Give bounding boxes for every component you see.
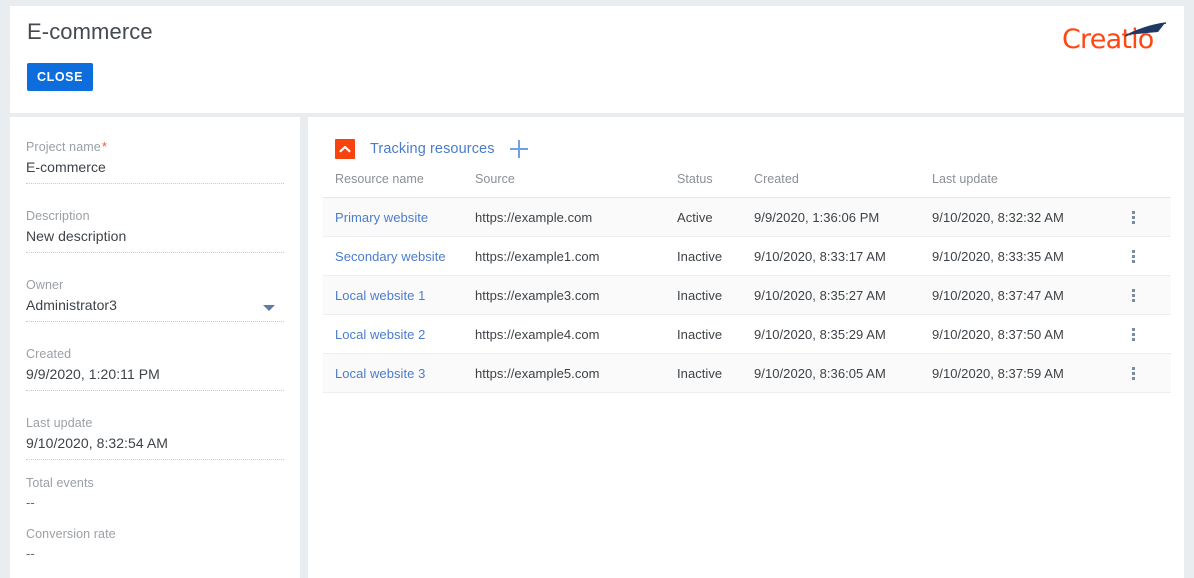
table-head: Resource name Source Status Created Last… (323, 172, 1171, 198)
creatio-logo: Creatio (1062, 20, 1172, 60)
column-header-status[interactable]: Status (677, 172, 754, 198)
field-value: -- (26, 546, 35, 561)
table-header-row: Resource name Source Status Created Last… (323, 172, 1171, 198)
label-text: Project name (26, 140, 101, 154)
field-last-update: Last update 9/10/2020, 8:32:54 AM (26, 415, 284, 460)
column-header-last-update[interactable]: Last update (932, 172, 1117, 198)
cell-created: 9/10/2020, 8:35:29 AM (754, 314, 932, 354)
section-title[interactable]: Tracking resources (370, 141, 495, 157)
chevron-up-icon[interactable] (335, 139, 355, 159)
column-header-source[interactable]: Source (475, 172, 677, 198)
cell-created: 9/10/2020, 8:36:05 AM (754, 353, 932, 393)
field-description: Description New description (26, 208, 284, 253)
cell-status: Active (677, 197, 754, 237)
field-label: Project name* (26, 139, 284, 155)
logo-swoosh-icon (1125, 22, 1167, 37)
cell-status: Inactive (677, 314, 754, 354)
cell-last-update: 9/10/2020, 8:32:32 AM (932, 197, 1117, 237)
kebab-menu-icon[interactable] (1125, 326, 1141, 342)
cell-source: https://example.com (475, 197, 677, 237)
resource-name-link[interactable]: Primary website (335, 210, 428, 225)
field-label: Description (26, 209, 90, 223)
kebab-menu-icon[interactable] (1125, 287, 1141, 303)
field-underline (26, 459, 284, 460)
header-panel: E-commerce CLOSE Creatio (10, 6, 1184, 113)
field-project-name: Project name* E-commerce (26, 139, 284, 184)
column-header-resource-name[interactable]: Resource name (323, 172, 475, 198)
table-row[interactable]: Local website 2 https://example4.com Ina… (323, 314, 1171, 354)
column-header-actions (1117, 172, 1171, 198)
field-label: Created (26, 347, 72, 361)
field-underline (26, 390, 284, 391)
project-details-panel: Project name* E-commerce Description New… (10, 117, 300, 578)
resource-name-link[interactable]: Secondary website (335, 249, 446, 264)
kebab-menu-icon[interactable] (1125, 209, 1141, 225)
field-value[interactable]: New description (26, 224, 284, 246)
cell-source: https://example4.com (475, 314, 677, 354)
cell-source: https://example5.com (475, 353, 677, 393)
required-asterisk: * (101, 139, 108, 154)
field-underline (26, 321, 284, 322)
cell-created: 9/10/2020, 8:35:27 AM (754, 275, 932, 315)
tracking-resources-panel: Tracking resources Resource name Source … (308, 117, 1184, 578)
cell-status: Inactive (677, 275, 754, 315)
table-body: Primary website https://example.com Acti… (323, 197, 1171, 393)
cell-source: https://example3.com (475, 275, 677, 315)
cell-last-update: 9/10/2020, 8:33:35 AM (932, 236, 1117, 276)
field-label: Owner (26, 278, 64, 292)
cell-last-update: 9/10/2020, 8:37:59 AM (932, 353, 1117, 393)
table-row[interactable]: Local website 1 https://example3.com Ina… (323, 275, 1171, 315)
kebab-menu-icon[interactable] (1125, 248, 1141, 264)
app-page: E-commerce CLOSE Creatio Project name* E… (0, 0, 1194, 578)
cell-created: 9/9/2020, 1:36:06 PM (754, 197, 932, 237)
field-value[interactable]: Administrator3 (26, 293, 284, 315)
field-label: Last update (26, 416, 93, 430)
cell-created: 9/10/2020, 8:33:17 AM (754, 236, 932, 276)
section-header: Tracking resources (335, 139, 529, 159)
close-button[interactable]: CLOSE (27, 63, 93, 91)
field-value: 9/9/2020, 1:20:11 PM (26, 366, 160, 382)
chevron-up-glyph (339, 145, 351, 153)
resources-table: Resource name Source Status Created Last… (323, 172, 1171, 393)
cell-last-update: 9/10/2020, 8:37:50 AM (932, 314, 1117, 354)
cell-source: https://example1.com (475, 236, 677, 276)
field-total-events: Total events -- (26, 475, 284, 513)
cell-status: Inactive (677, 353, 754, 393)
chevron-down-icon[interactable] (263, 305, 275, 311)
table-row[interactable]: Local website 3 https://example5.com Ina… (323, 353, 1171, 393)
resource-name-link[interactable]: Local website 1 (335, 288, 425, 303)
field-label: Conversion rate (26, 527, 116, 541)
column-header-created[interactable]: Created (754, 172, 932, 198)
plus-icon[interactable] (509, 139, 529, 159)
resource-name-link[interactable]: Local website 3 (335, 366, 425, 381)
kebab-menu-icon[interactable] (1125, 365, 1141, 381)
field-underline (26, 183, 284, 184)
field-underline (26, 252, 284, 253)
cell-status: Inactive (677, 236, 754, 276)
field-value: -- (26, 495, 35, 510)
field-value[interactable]: E-commerce (26, 155, 284, 177)
table-row[interactable]: Secondary website https://example1.com I… (323, 236, 1171, 276)
page-title: E-commerce (27, 19, 153, 44)
field-value: 9/10/2020, 8:32:54 AM (26, 435, 168, 451)
resource-name-link[interactable]: Local website 2 (335, 327, 425, 342)
cell-last-update: 9/10/2020, 8:37:47 AM (932, 275, 1117, 315)
field-owner: Owner Administrator3 (26, 277, 284, 322)
field-created: Created 9/9/2020, 1:20:11 PM (26, 346, 284, 391)
field-label: Total events (26, 476, 94, 490)
table-row[interactable]: Primary website https://example.com Acti… (323, 197, 1171, 237)
field-conversion-rate: Conversion rate -- (26, 526, 284, 564)
